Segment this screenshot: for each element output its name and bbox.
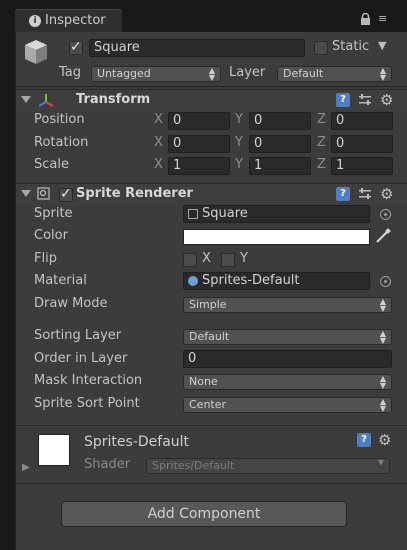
flip-x-checkbox[interactable] [183,253,197,267]
rotation-x-label: X [154,135,163,150]
sprite-sort-point-label: Sprite Sort Point [34,396,140,411]
position-x-field[interactable]: 0 [168,112,230,130]
help-icon[interactable]: ? [336,93,350,107]
color-field[interactable] [183,229,370,245]
sprite-asset-icon [188,209,198,219]
tab-bar: i Inspector ≡ [0,0,407,32]
position-y-field[interactable]: 0 [249,112,311,130]
scale-y-field[interactable]: 1 [249,157,311,175]
scale-x-field[interactable]: 1 [168,157,230,175]
scale-z-field[interactable]: 1 [331,157,393,175]
draw-mode-label: Draw Mode [34,296,108,311]
position-x-label: X [154,112,163,127]
transform-title: Transform [76,92,151,107]
sprite-renderer-icon [37,187,50,200]
material-object-field[interactable]: Sprites-Default [183,272,370,290]
tab-inspector[interactable]: i Inspector [15,9,122,32]
material-asset-icon [188,276,198,286]
help-icon[interactable]: ? [357,433,371,447]
lock-icon[interactable] [360,13,371,25]
tag-label: Tag [59,65,82,80]
help-icon[interactable]: ? [336,187,350,201]
draw-mode-dropdown[interactable]: Simple ▲ ▼ [183,297,392,313]
position-y-label: Y [235,112,243,127]
settings-gear-icon[interactable]: ⚙ [380,92,396,108]
rotation-x-field[interactable]: 0 [168,135,230,153]
layer-dropdown[interactable]: Default ▲ ▼ [277,66,392,82]
sprite-sort-point-dropdown[interactable]: Center ▲ ▼ [183,397,392,413]
object-picker-icon[interactable] [380,276,391,287]
tag-dropdown[interactable]: Untagged ▲ ▼ [91,66,221,82]
divider [16,425,407,426]
sprite-renderer-foldout-icon[interactable] [21,190,31,197]
sorting-layer-label: Sorting Layer [34,328,122,343]
active-checkbox[interactable] [69,39,83,55]
position-z-label: Z [317,112,326,127]
position-label: Position [34,112,85,127]
sprite-renderer-header[interactable]: Sprite Renderer ? ⚙ [16,183,407,205]
sprite-renderer-title: Sprite Renderer [76,186,193,201]
rotation-z-label: Z [317,135,326,150]
sorting-layer-dropdown[interactable]: Default ▲ ▼ [183,329,392,345]
tab-menu-icon[interactable]: ≡ [378,12,394,26]
material-label: Material [34,273,87,288]
presets-icon[interactable] [358,93,372,107]
sprite-renderer-enabled-checkbox[interactable] [59,186,73,202]
transform-axes-icon [38,94,54,107]
object-header: Square Static ▼ Tag Untagged▲▼ Layer Def… [16,32,407,87]
layer-label: Layer [229,65,266,80]
add-component-button[interactable]: Add Component [61,501,347,527]
flip-label: Flip [34,251,57,266]
color-label: Color [34,228,68,243]
divider [16,483,407,484]
flip-x-label: X [202,251,211,266]
shader-label: Shader [84,457,131,472]
scale-y-label: Y [235,157,243,172]
position-z-field[interactable]: 0 [331,112,393,130]
inspector-panel: Square Static ▼ Tag Untagged▲▼ Layer Def… [15,32,407,550]
material-preview-thumbnail [38,434,70,466]
rotation-y-field[interactable]: 0 [249,135,311,153]
flip-y-label: Y [240,251,248,266]
rotation-z-field[interactable]: 0 [331,135,393,153]
transform-header[interactable]: Transform ? ⚙ [16,89,407,111]
info-icon: i [29,15,41,27]
settings-gear-icon[interactable]: ⚙ [378,432,394,448]
tab-title: Inspector [45,13,106,28]
static-dropdown-icon[interactable]: ▼ [378,39,386,52]
static-checkbox[interactable] [314,41,328,55]
object-name-field[interactable]: Square [89,39,305,57]
scale-z-label: Z [317,157,326,172]
settings-gear-icon[interactable]: ⚙ [380,186,396,202]
material-name: Sprites-Default [84,434,190,450]
sprite-object-field[interactable]: Square [183,205,370,223]
scale-x-label: X [154,157,163,172]
mask-interaction-dropdown[interactable]: None ▲ ▼ [183,374,392,390]
transform-foldout-icon[interactable] [21,96,31,103]
static-label: Static [332,39,370,54]
order-in-layer-field[interactable]: 0 [183,350,392,368]
sprite-label: Sprite [34,206,73,221]
rotation-y-label: Y [235,135,243,150]
flip-y-checkbox[interactable] [221,253,235,267]
object-picker-icon[interactable] [380,209,391,220]
order-in-layer-label: Order in Layer [34,351,128,366]
scale-label: Scale [34,157,69,172]
gameobject-cube-icon [25,40,47,64]
rotation-label: Rotation [34,135,89,150]
eyedropper-icon[interactable] [375,228,391,244]
material-foldout-icon[interactable]: ▶ [22,462,30,473]
mask-interaction-label: Mask Interaction [34,373,143,388]
shader-dropdown[interactable]: Sprites/Default ▼ [146,458,390,474]
presets-icon[interactable] [358,187,372,201]
